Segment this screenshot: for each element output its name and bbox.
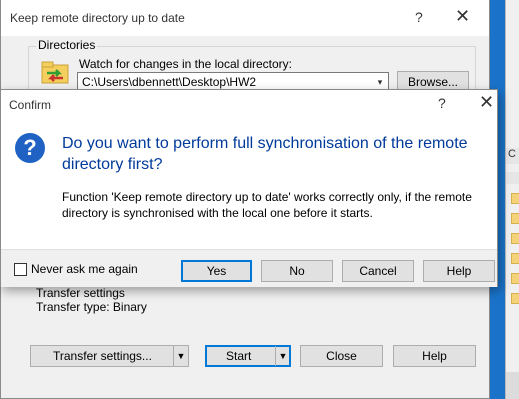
never-ask-label[interactable]: Never ask me again xyxy=(31,262,138,276)
background-tab-label: C xyxy=(508,148,516,160)
watch-label: Watch for changes in the local directory… xyxy=(79,57,292,71)
confirm-help-title-button[interactable]: ? xyxy=(438,95,446,111)
folder-icon xyxy=(511,213,519,224)
chevron-down-icon[interactable]: ▼ xyxy=(275,346,290,366)
transfer-type-value: Transfer type: Binary xyxy=(36,300,147,314)
folder-icon xyxy=(511,293,519,304)
never-ask-checkbox[interactable] xyxy=(14,263,27,276)
transfer-settings-summary: Transfer settings Transfer type: Binary xyxy=(36,286,147,314)
local-directory-value: C:\Users\dbennett\Desktop\HW2 xyxy=(82,75,257,89)
question-icon: ? xyxy=(15,133,45,163)
folder-icon xyxy=(511,193,519,204)
folder-icon xyxy=(511,253,519,264)
main-title-bar[interactable]: Keep remote directory up to date ? ✕ xyxy=(1,0,489,36)
background-status-area xyxy=(506,372,519,399)
confirm-dialog: Confirm ? ✕ ? Do you want to perform ful… xyxy=(0,89,498,287)
cancel-button[interactable]: Cancel xyxy=(342,260,414,282)
folder-icon xyxy=(511,273,519,284)
background-app-window: C xyxy=(505,0,519,399)
transfer-settings-button[interactable]: Transfer settings... ▼ xyxy=(30,345,189,367)
background-header-strip xyxy=(506,172,519,184)
confirm-message: Function 'Keep remote directory up to da… xyxy=(62,190,472,220)
directories-group-label: Directories xyxy=(36,38,98,52)
folder-icon xyxy=(511,233,519,244)
no-button[interactable]: No xyxy=(261,260,333,282)
confirm-help-button[interactable]: Help xyxy=(423,260,495,282)
confirm-close-title-button[interactable]: ✕ xyxy=(479,92,494,113)
help-button[interactable]: Help xyxy=(393,345,476,367)
chevron-down-icon[interactable]: ▼ xyxy=(173,346,188,366)
close-button[interactable]: Close xyxy=(300,345,383,367)
background-tab-strip: C xyxy=(506,148,519,164)
start-button[interactable]: Start ▼ xyxy=(205,345,291,367)
main-close-title-button[interactable]: ✕ xyxy=(455,6,470,27)
confirm-dialog-title: Confirm xyxy=(9,98,52,112)
start-button-label: Start xyxy=(226,349,252,363)
transfer-settings-button-label: Transfer settings... xyxy=(53,349,152,363)
yes-button[interactable]: Yes xyxy=(181,260,252,282)
transfer-settings-heading: Transfer settings xyxy=(36,286,125,300)
confirm-heading: Do you want to perform full synchronisat… xyxy=(62,135,468,173)
main-help-title-button[interactable]: ? xyxy=(415,9,423,25)
sync-folder-icon xyxy=(41,61,69,84)
main-window-title: Keep remote directory up to date xyxy=(10,11,185,25)
